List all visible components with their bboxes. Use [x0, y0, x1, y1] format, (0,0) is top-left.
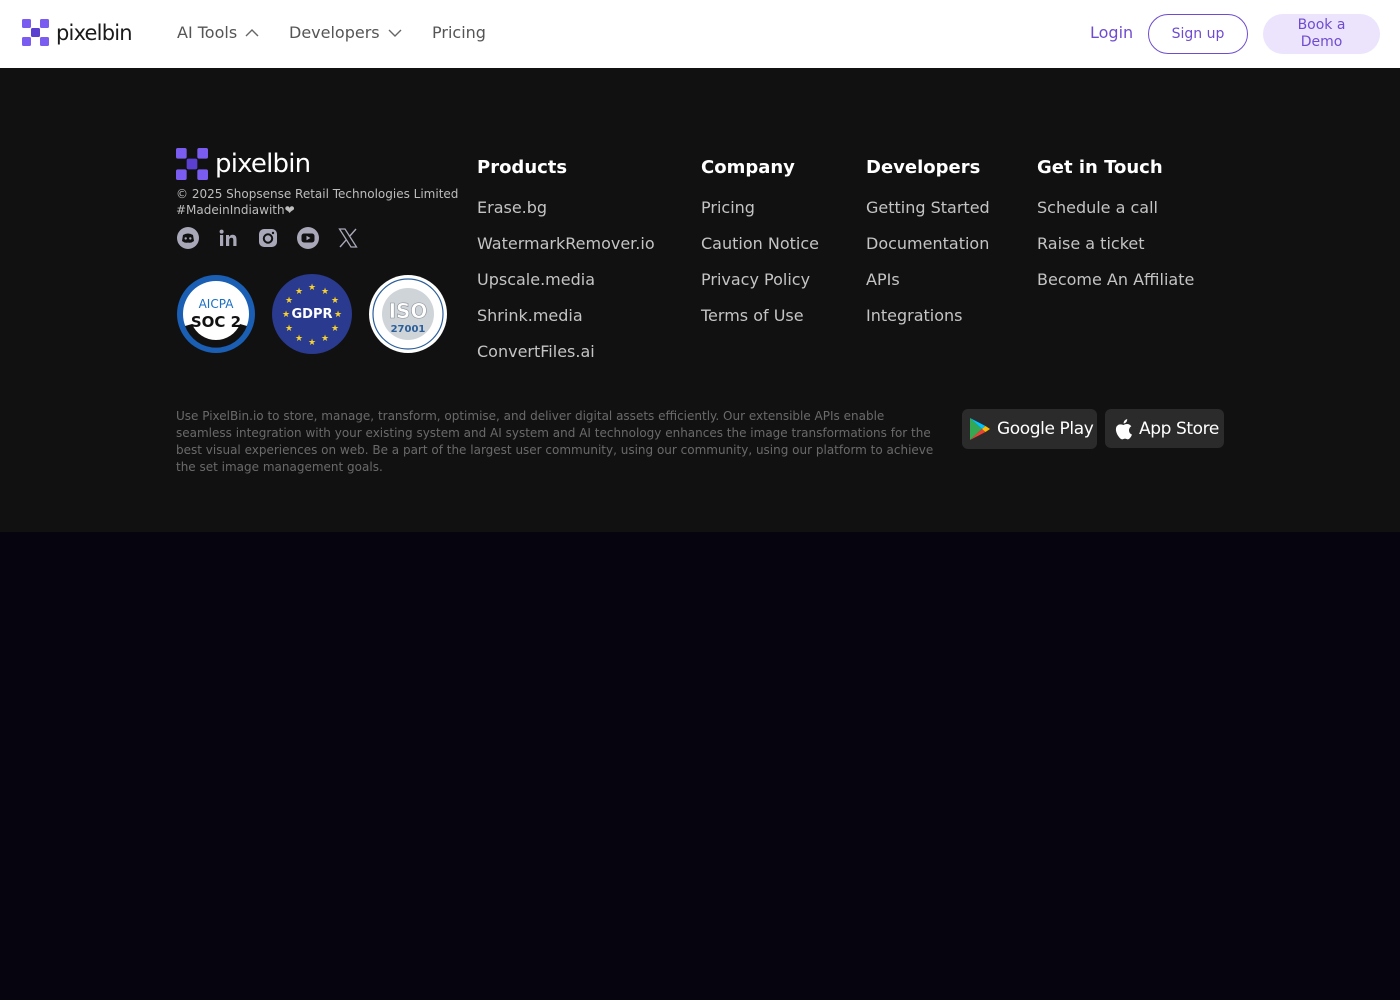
svg-text:★: ★	[321, 334, 329, 344]
nav-developers[interactable]: Developers	[289, 23, 402, 42]
column-heading: Company	[701, 157, 795, 178]
svg-text:★: ★	[295, 334, 303, 344]
footer-link-getting-started[interactable]: Getting Started	[866, 196, 990, 232]
youtube-link[interactable]	[296, 226, 320, 250]
footer-logo[interactable]: pixelbin	[176, 148, 311, 180]
footer-link-convertfiles[interactable]: ConvertFiles.ai	[477, 340, 655, 376]
login-link[interactable]: Login	[1090, 23, 1133, 42]
svg-text:★: ★	[285, 296, 293, 306]
gdpr-badge: ★ ★ ★ ★ ★ ★ ★ ★ ★ ★ ★ ★ GDPR	[272, 274, 352, 354]
svg-text:★: ★	[308, 338, 316, 348]
footer-column-company: Company Pricing Caution Notice Privacy P…	[701, 156, 819, 340]
footer-link-terms-of-use[interactable]: Terms of Use	[701, 304, 819, 340]
linkedin-link[interactable]	[216, 226, 240, 250]
footer: pixelbin © 2025 Shopsense Retail Technol…	[0, 68, 1400, 532]
x-icon	[338, 228, 358, 248]
pixelbin-logo[interactable]: pixelbin	[22, 19, 133, 46]
svg-text:★: ★	[331, 296, 339, 306]
gdpr-badge-main: GDPR	[292, 307, 333, 322]
iso-badge-sub: 27001	[391, 324, 426, 335]
soc2-badge-top: AICPA	[199, 297, 235, 311]
svg-text:★: ★	[308, 283, 316, 293]
footer-link-pricing[interactable]: Pricing	[701, 196, 819, 232]
footer-link-apis[interactable]: APIs	[866, 268, 990, 304]
google-play-label: Google Play	[997, 419, 1094, 439]
svg-text:★: ★	[334, 310, 342, 320]
nav-developers-label: Developers	[289, 23, 380, 42]
app-store-button[interactable]: App Store	[1105, 409, 1224, 448]
copyright-text: © 2025 Shopsense Retail Technologies Lim…	[176, 187, 459, 201]
nav-pricing[interactable]: Pricing	[432, 23, 486, 42]
svg-text:★: ★	[282, 310, 290, 320]
google-play-button[interactable]: Google Play	[962, 409, 1097, 449]
svg-text:★: ★	[331, 324, 339, 334]
discord-icon	[177, 227, 199, 249]
book-demo-label-line2: Demo	[1300, 34, 1343, 50]
google-play-icon	[970, 418, 990, 440]
footer-link-caution-notice[interactable]: Caution Notice	[701, 232, 819, 268]
signup-button[interactable]: Sign up	[1148, 14, 1248, 54]
logo-text: pixelbin	[56, 20, 133, 45]
svg-text:★: ★	[295, 287, 303, 297]
nav-ai-tools[interactable]: AI Tools	[177, 23, 259, 42]
page-background	[0, 532, 1400, 1000]
discord-link[interactable]	[176, 226, 200, 250]
svg-text:★: ★	[321, 287, 329, 297]
footer-link-become-affiliate[interactable]: Become An Affiliate	[1037, 268, 1194, 304]
book-demo-label-line1: Book a	[1297, 17, 1346, 33]
certification-badges: AICPA SOC 2 ★ ★ ★ ★ ★ ★ ★ ★ ★ ★ ★ ★ GDPR	[176, 274, 464, 354]
apple-icon	[1115, 418, 1132, 439]
footer-link-erase-bg[interactable]: Erase.bg	[477, 196, 655, 232]
soc2-badge: AICPA SOC 2	[177, 275, 255, 353]
iso-badge-main: ISO	[389, 299, 428, 323]
app-store-label: App Store	[1139, 418, 1219, 439]
instagram-link[interactable]	[256, 226, 280, 250]
nav-pricing-label: Pricing	[432, 23, 486, 42]
iso-badge: ISO 27001	[369, 275, 447, 353]
instagram-icon	[259, 229, 277, 247]
footer-description: Use PixelBin.io to store, manage, transf…	[176, 409, 934, 474]
footer-link-privacy-policy[interactable]: Privacy Policy	[701, 268, 819, 304]
footer-column-get-in-touch: Get in Touch Schedule a call Raise a tic…	[1037, 156, 1194, 304]
footer-link-raise-ticket[interactable]: Raise a ticket	[1037, 232, 1194, 268]
svg-text:★: ★	[285, 324, 293, 334]
logo-mark-icon	[22, 19, 49, 46]
top-navbar: pixelbin AI Tools Developers Pricing Log…	[0, 0, 1400, 68]
youtube-icon	[297, 227, 319, 249]
copyright-block: © 2025 Shopsense Retail Technologies Lim…	[176, 186, 458, 218]
footer-link-watermarkremover[interactable]: WatermarkRemover.io	[477, 232, 655, 268]
footer-link-schedule-call[interactable]: Schedule a call	[1037, 196, 1194, 232]
footer-link-upscale-media[interactable]: Upscale.media	[477, 268, 655, 304]
column-heading: Get in Touch	[1037, 157, 1163, 178]
nav-ai-tools-label: AI Tools	[177, 23, 238, 42]
column-heading: Products	[477, 157, 568, 178]
footer-logo-text: pixelbin	[215, 149, 311, 179]
logo-mark-icon	[176, 148, 208, 180]
social-links	[176, 226, 376, 250]
chevron-down-icon	[388, 29, 402, 37]
footer-column-products: Products Erase.bg WatermarkRemover.io Up…	[477, 156, 655, 376]
chevron-up-icon	[245, 28, 259, 36]
footer-link-integrations[interactable]: Integrations	[866, 304, 990, 340]
linkedin-icon	[219, 229, 237, 246]
footer-link-documentation[interactable]: Documentation	[866, 232, 990, 268]
column-heading: Developers	[866, 157, 981, 178]
soc2-badge-main: SOC 2	[191, 313, 241, 331]
footer-column-developers: Developers Getting Started Documentation…	[866, 156, 990, 340]
x-link[interactable]	[336, 226, 360, 250]
tagline-text: #MadeinIndiawith❤	[176, 203, 295, 217]
book-demo-button[interactable]: Book a Demo	[1263, 14, 1380, 54]
footer-link-shrink-media[interactable]: Shrink.media	[477, 304, 655, 340]
